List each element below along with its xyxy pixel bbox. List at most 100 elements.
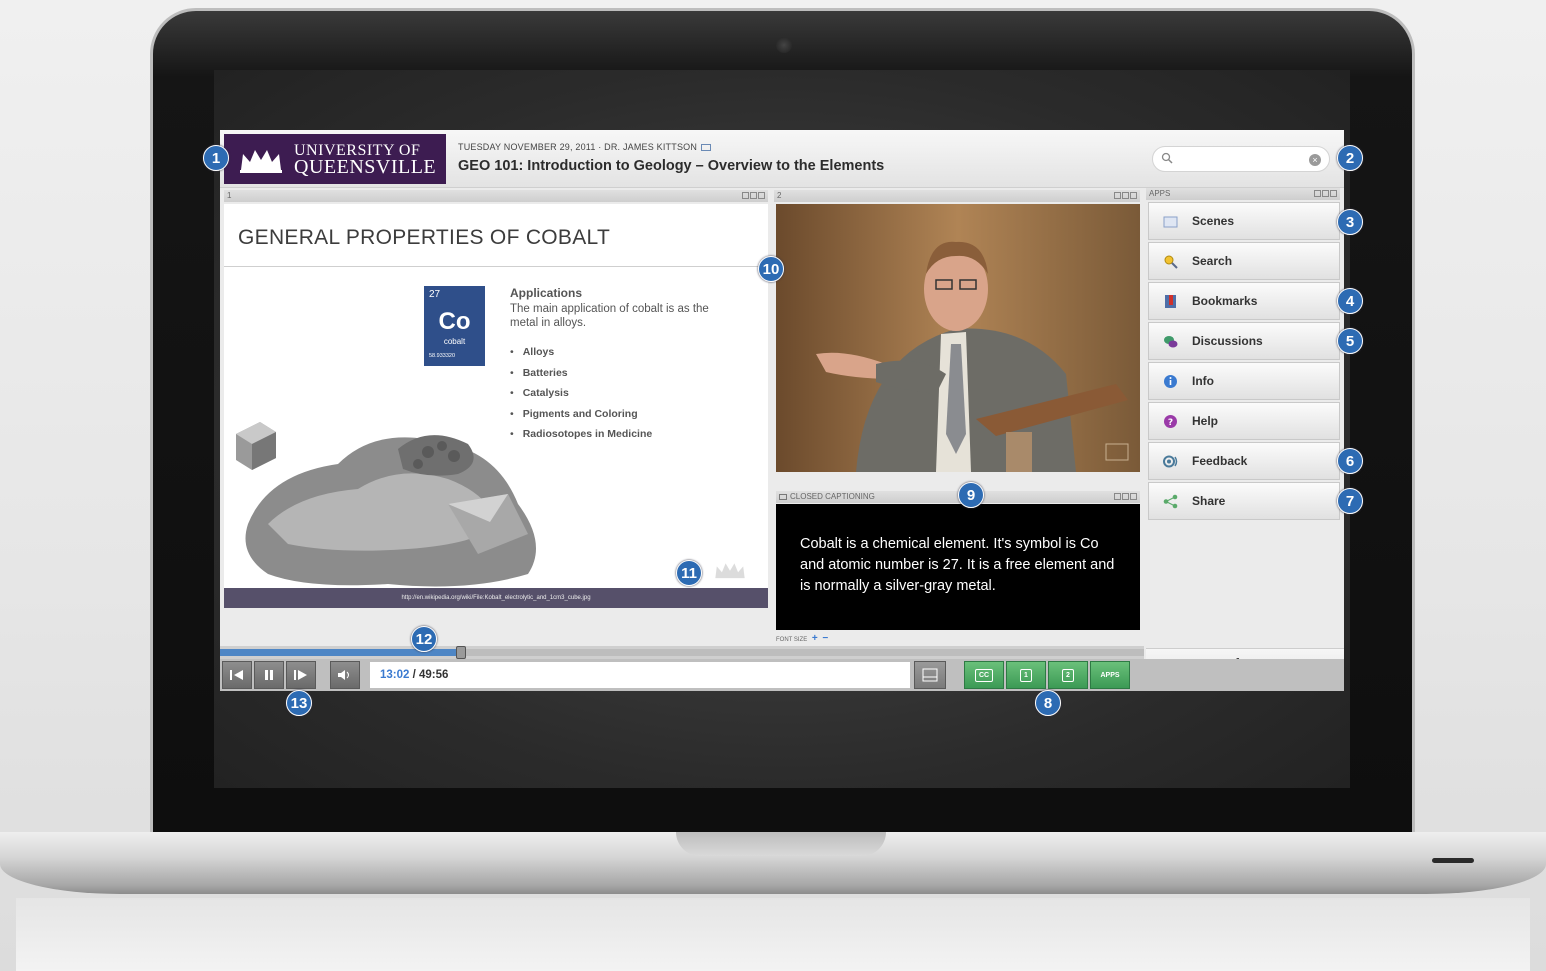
app-label: Help xyxy=(1192,414,1219,428)
pause-icon xyxy=(265,670,273,680)
progress-handle[interactable] xyxy=(456,646,466,659)
view-1-button[interactable]: 1 xyxy=(1006,661,1046,689)
app-search-button[interactable]: Search xyxy=(1148,242,1340,280)
panel-close-icon[interactable] xyxy=(1130,493,1137,500)
app-info-button[interactable]: Info xyxy=(1148,362,1340,400)
slide-panel[interactable]: GENERAL PROPERTIES OF COBALT 27 Co cobal… xyxy=(224,204,768,608)
next-button[interactable] xyxy=(286,661,316,689)
panel-close-icon[interactable] xyxy=(1130,192,1137,199)
callout-marker-2: 2 xyxy=(1337,145,1363,171)
applications-text: The main application of cobalt is as the… xyxy=(510,303,709,329)
clear-icon[interactable]: × xyxy=(1309,154,1321,166)
apps-panel-buttons[interactable] xyxy=(1314,190,1337,197)
app-label: Share xyxy=(1192,494,1226,508)
view-2-button[interactable]: 2 xyxy=(1048,661,1088,689)
camera xyxy=(776,37,792,53)
cobalt-sample-image xyxy=(236,422,536,587)
view-cc-button[interactable]: CC xyxy=(964,661,1004,689)
lecturer-video xyxy=(776,204,1140,472)
mail-icon[interactable] xyxy=(701,144,712,152)
panel-maximize-icon[interactable] xyxy=(1122,493,1129,500)
search-input[interactable] xyxy=(1179,151,1309,167)
callout-marker-4: 4 xyxy=(1337,288,1363,314)
progress-bar[interactable] xyxy=(220,646,1144,659)
video-panel-label: 2 xyxy=(777,191,782,200)
video-panel-buttons[interactable] xyxy=(1114,192,1137,199)
svg-text:?: ? xyxy=(1168,418,1173,428)
laptop-notch xyxy=(676,832,886,856)
search-icon xyxy=(1161,152,1173,164)
panel-maximize-icon[interactable] xyxy=(1322,190,1329,197)
echo-player-app: UNIVERSITY OF QUEENSVILLE TUESDAY NOVEMB… xyxy=(220,130,1344,691)
skip-back-icon xyxy=(230,670,243,680)
app-help-button[interactable]: ? Help xyxy=(1148,402,1340,440)
slide-title: GENERAL PROPERTIES OF COBALT xyxy=(238,226,611,249)
panel-detach-icon[interactable] xyxy=(1114,192,1121,199)
panel-detach-icon[interactable] xyxy=(1114,493,1121,500)
panel-detach-icon[interactable] xyxy=(742,192,749,199)
video-panel-bar: 2 xyxy=(774,190,1140,202)
laptop-reflection xyxy=(16,898,1530,971)
course-title: GEO 101: Introduction to Geology – Overv… xyxy=(458,158,885,174)
callout-marker-1: 1 xyxy=(203,145,229,171)
atomic-number: 27 xyxy=(429,289,441,300)
share-icon xyxy=(1163,494,1178,508)
layout-button[interactable] xyxy=(914,661,946,689)
help-icon: ? xyxy=(1164,414,1177,428)
apps-panel-bar: APPS xyxy=(1146,188,1340,200)
volume-button[interactable] xyxy=(330,661,360,689)
callout-marker-13: 13 xyxy=(286,690,312,716)
app-scenes-button[interactable]: Scenes xyxy=(1148,202,1340,240)
app-discussions-button[interactable]: Discussions xyxy=(1148,322,1340,360)
university-logo[interactable]: UNIVERSITY OF QUEENSVILLE xyxy=(224,134,446,184)
callout-marker-8: 8 xyxy=(1035,690,1061,716)
pause-button[interactable] xyxy=(254,661,284,689)
panel-close-icon[interactable] xyxy=(1330,190,1337,197)
lecture-date-instructor: TUESDAY NOVEMBER 29, 2011 · DR. JAMES KI… xyxy=(458,142,698,152)
app-label: Discussions xyxy=(1192,334,1263,348)
cobalt-element-tile: 27 Co cobalt 58.933320 xyxy=(424,286,485,366)
layout-icon xyxy=(922,668,938,682)
current-time: 13:02 xyxy=(380,669,410,681)
font-size-decrease-icon[interactable]: − xyxy=(822,633,828,644)
font-size-increase-icon[interactable]: + xyxy=(812,633,818,644)
volume-icon xyxy=(338,670,349,680)
slide-divider xyxy=(224,266,768,267)
captions-panel-buttons[interactable] xyxy=(1114,493,1137,500)
view-apps-button[interactable]: APPS xyxy=(1090,661,1130,689)
view-2-label: 2 xyxy=(1062,668,1074,682)
app-feedback-button[interactable]: Feedback xyxy=(1148,442,1340,480)
app-label: Bookmarks xyxy=(1192,294,1258,308)
panel-detach-icon[interactable] xyxy=(1314,190,1321,197)
panel-maximize-icon[interactable] xyxy=(750,192,757,199)
captions-icon xyxy=(779,494,787,500)
slide-panel-bar: 1 xyxy=(224,190,768,202)
app-label: Scenes xyxy=(1192,214,1235,228)
player-controls: 13:02 / 49:56 CC 1 2 APPS xyxy=(220,659,1344,691)
element-symbol: Co xyxy=(438,308,471,335)
watermark-crown-icon xyxy=(715,563,745,579)
slide-panel-buttons[interactable] xyxy=(742,192,765,199)
skip-forward-icon xyxy=(294,670,307,680)
app-share-button[interactable]: Share xyxy=(1148,482,1340,520)
video-panel[interactable] xyxy=(776,204,1140,472)
logo-line-2: QUEENSVILLE xyxy=(294,156,437,178)
slide-source-url: http://en.wikipedia.org/wiki/File:Kobalt… xyxy=(224,588,768,608)
search-box[interactable]: × xyxy=(1152,146,1330,172)
view-cc-label: CC xyxy=(974,668,994,682)
captions-panel-label: CLOSED CAPTIONING xyxy=(790,492,875,501)
feedback-icon xyxy=(1163,455,1178,467)
header: UNIVERSITY OF QUEENSVILLE TUESDAY NOVEMB… xyxy=(220,130,1344,188)
previous-button[interactable] xyxy=(222,661,252,689)
info-icon xyxy=(1164,374,1177,388)
panel-close-icon[interactable] xyxy=(758,192,765,199)
app-bookmarks-button[interactable]: Bookmarks xyxy=(1148,282,1340,320)
applications-heading: Applications xyxy=(510,286,583,300)
panel-maximize-icon[interactable] xyxy=(1122,192,1129,199)
slide-panel-label: 1 xyxy=(227,191,232,200)
discussion-icon xyxy=(1164,335,1178,347)
element-name: cobalt xyxy=(443,337,466,346)
logo-text: UNIVERSITY OF QUEENSVILLE xyxy=(294,142,437,178)
atomic-mass: 58.933320 xyxy=(429,353,455,359)
font-size-label: FONT SIZE xyxy=(776,637,808,643)
